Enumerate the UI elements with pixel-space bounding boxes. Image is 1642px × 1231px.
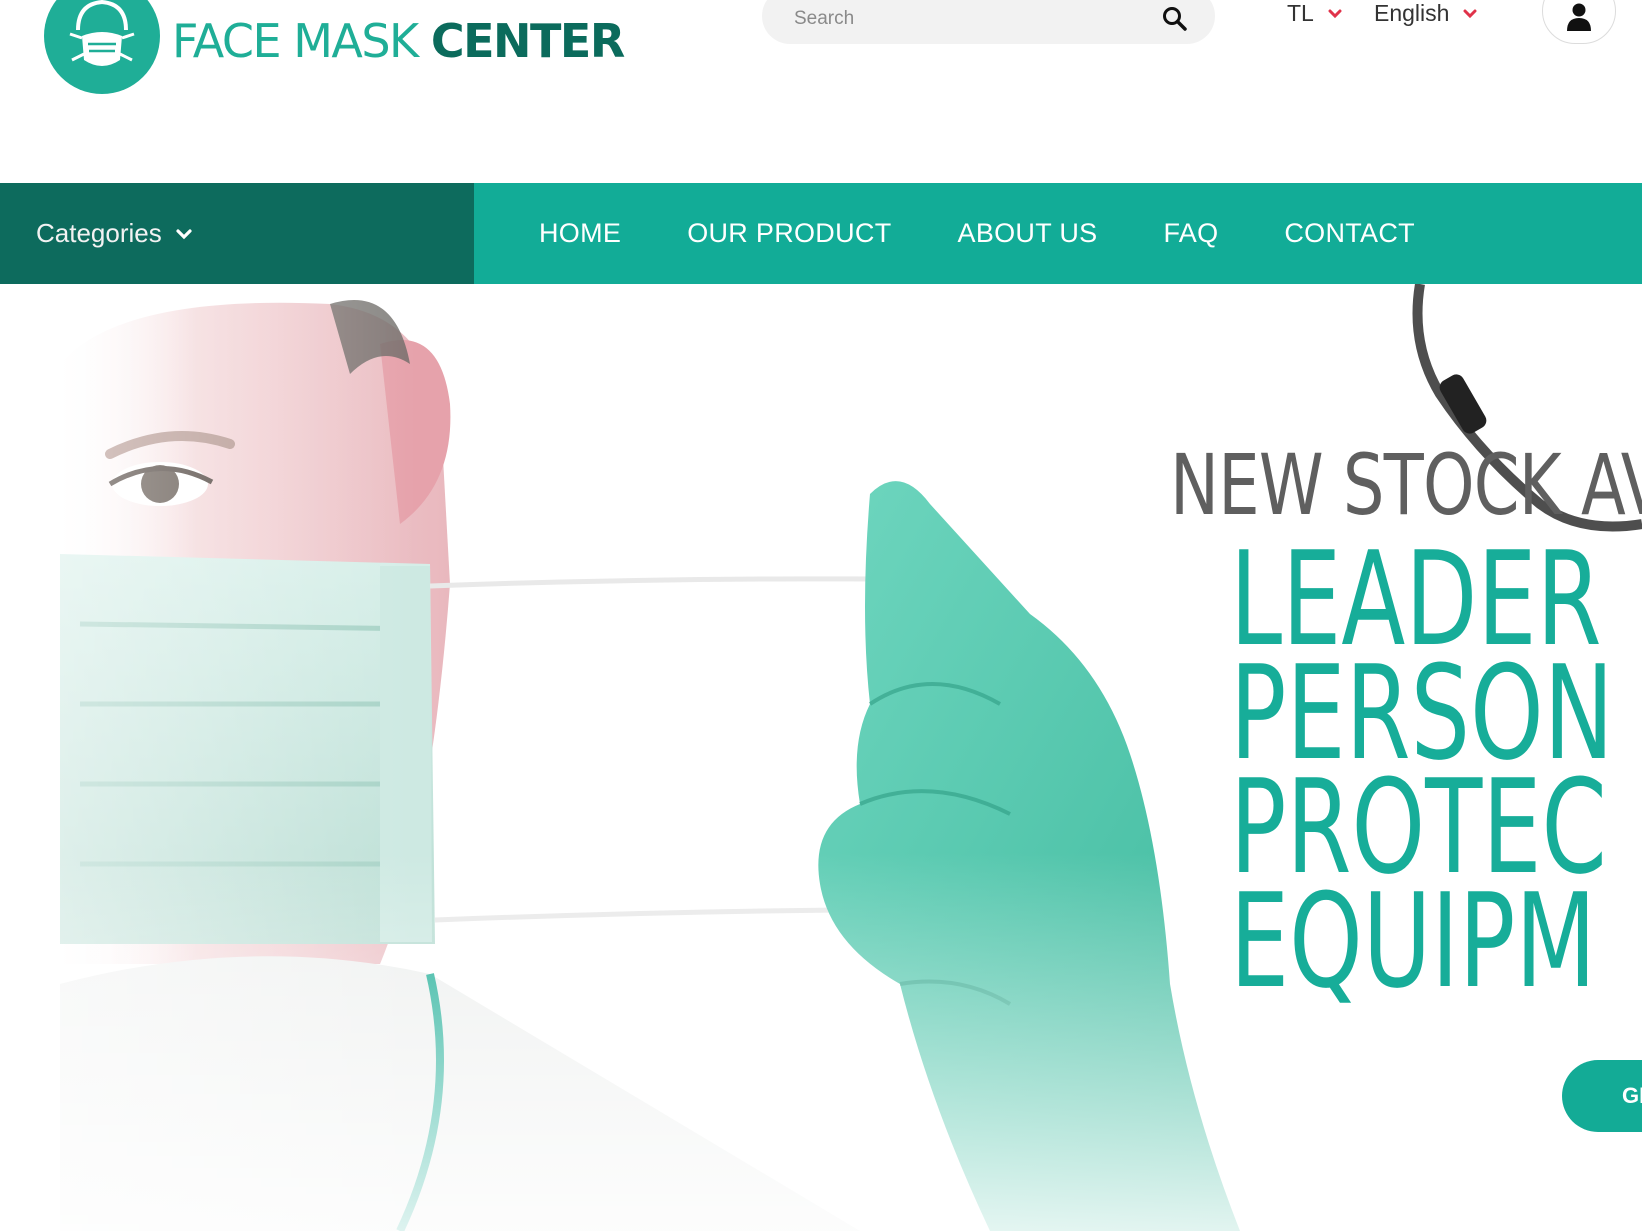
- search-icon[interactable]: [1161, 5, 1189, 33]
- brand-name-bold: CENTER: [430, 14, 625, 68]
- categories-dropdown[interactable]: Categories: [0, 183, 474, 284]
- brand-logo[interactable]: FACE MASK CENTER: [44, 0, 625, 94]
- chevron-down-icon: [1463, 9, 1477, 18]
- search-input[interactable]: [794, 2, 1161, 30]
- page: FACE MASK CENTER TL English Categories: [0, 0, 1642, 1231]
- currency-selected: TL: [1287, 0, 1314, 26]
- nav-links: HOME OUR PRODUCT ABOUT US FAQ CONTACT: [474, 183, 1481, 284]
- face-mask-icon: [44, 0, 160, 94]
- hero-cta-button[interactable]: GE: [1562, 1060, 1642, 1132]
- chevron-down-icon: [1328, 9, 1342, 18]
- nav-item-about-us[interactable]: ABOUT US: [958, 218, 1098, 249]
- hero-kicker: NEW STOCK AV: [1170, 436, 1642, 534]
- hero-headline: LEADER PERSON PROTEC EQUIPM: [1230, 534, 1614, 1017]
- account-button[interactable]: [1542, 0, 1616, 44]
- brand-name-light: FACE MASK: [172, 14, 431, 68]
- hero-banner: NEW STOCK AV LEADER PERSON PROTEC EQUIPM…: [0, 284, 1642, 1231]
- language-select[interactable]: English: [1374, 0, 1477, 27]
- nav-item-contact[interactable]: CONTACT: [1284, 218, 1415, 249]
- nav-item-faq[interactable]: FAQ: [1163, 218, 1218, 249]
- main-navbar: Categories HOME OUR PRODUCT ABOUT US FAQ…: [0, 183, 1642, 284]
- nav-item-our-product[interactable]: OUR PRODUCT: [687, 218, 891, 249]
- search-bar: [762, 0, 1215, 44]
- user-icon: [1567, 3, 1591, 31]
- currency-select[interactable]: TL: [1287, 0, 1342, 27]
- nav-item-home[interactable]: HOME: [539, 218, 621, 249]
- language-selected: English: [1374, 0, 1450, 26]
- chevron-down-icon: [176, 228, 192, 239]
- hero-headline-line: EQUIPM: [1230, 865, 1597, 1017]
- categories-label: Categories: [36, 218, 162, 248]
- brand-name: FACE MASK CENTER: [172, 18, 625, 64]
